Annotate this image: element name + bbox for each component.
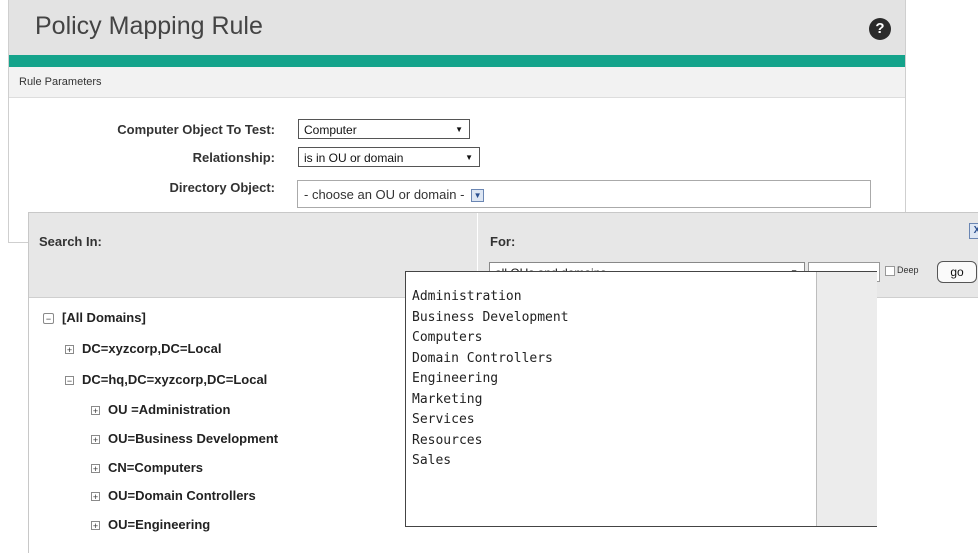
help-icon[interactable]: ? <box>869 18 891 40</box>
plus-icon[interactable]: + <box>91 492 100 502</box>
go-button[interactable]: go <box>937 261 977 283</box>
for-label: For: <box>490 234 516 249</box>
tree-node-label: OU =Administration <box>108 402 231 417</box>
deep-checkbox[interactable] <box>885 266 895 276</box>
list-item[interactable]: Sales <box>412 451 812 472</box>
tree-node-domain-controllers[interactable]: + OU=Domain Controllers <box>91 488 256 503</box>
relationship-value: is in OU or domain <box>304 151 404 165</box>
minus-icon[interactable]: − <box>65 376 74 386</box>
results-list[interactable]: Administration Business Development Comp… <box>405 271 877 527</box>
plus-icon[interactable]: + <box>65 345 74 355</box>
list-item[interactable]: Computers <box>412 328 812 349</box>
list-item[interactable]: Engineering <box>412 369 812 390</box>
search-popup: Search In: For: X all OUs and domains ▼ … <box>28 212 978 553</box>
directory-object-input[interactable]: - choose an OU or domain - ▼ <box>297 180 871 208</box>
tree-node-all-domains[interactable]: − [All Domains] <box>43 310 146 325</box>
tree-node-engineering[interactable]: + OU=Engineering <box>91 517 210 532</box>
directory-tree: − [All Domains] + DC=xyzcorp,DC=Local − DC=… <box>29 297 429 553</box>
list-item[interactable]: Marketing <box>412 390 812 411</box>
relationship-label: Relationship: <box>192 150 275 165</box>
list-item[interactable]: Domain Controllers <box>412 349 812 370</box>
tree-node-administration[interactable]: + OU =Administration <box>91 402 230 417</box>
computer-object-value: Computer <box>304 123 357 137</box>
tree-node-hq[interactable]: − DC=hq,DC=xyzcorp,DC=Local <box>65 372 267 387</box>
section-title: Rule Parameters <box>19 76 102 88</box>
tree-node-label: DC=xyzcorp,DC=Local <box>82 341 222 356</box>
list-item[interactable]: Services <box>412 410 812 431</box>
relationship-select[interactable]: is in OU or domain ▼ <box>298 147 480 167</box>
page-title: Policy Mapping Rule <box>35 12 263 40</box>
list-item[interactable]: Business Development <box>412 308 812 329</box>
computer-object-select[interactable]: Computer ▼ <box>298 119 470 139</box>
directory-object-placeholder: - choose an OU or domain - ▼ <box>304 187 485 203</box>
plus-icon[interactable]: + <box>91 406 100 416</box>
plus-icon[interactable]: + <box>91 464 100 474</box>
tree-node-xyzcorp[interactable]: + DC=xyzcorp,DC=Local <box>65 341 221 356</box>
section-header: Rule Parameters <box>9 67 905 98</box>
results-items: Administration Business Development Comp… <box>412 287 812 472</box>
list-item[interactable]: Resources <box>412 431 812 452</box>
computer-object-label: Computer Object To Test: <box>117 122 275 137</box>
list-item[interactable]: Administration <box>412 287 812 308</box>
chevron-down-icon: ▼ <box>455 125 463 134</box>
chevron-down-icon: ▼ <box>465 153 473 162</box>
plus-icon[interactable]: + <box>91 435 100 445</box>
tree-node-business-development[interactable]: + OU=Business Development <box>91 431 278 446</box>
tree-node-label: OU=Engineering <box>108 517 211 532</box>
title-bar: Policy Mapping Rule ? <box>9 0 905 55</box>
accent-bar <box>9 55 905 67</box>
search-in-label: Search In: <box>39 234 102 249</box>
tree-node-computers[interactable]: + CN=Computers <box>91 460 203 475</box>
directory-object-placeholder-text: - choose an OU or domain - <box>304 187 465 202</box>
minus-icon[interactable]: − <box>43 313 54 325</box>
close-icon[interactable]: X <box>969 223 978 239</box>
plus-icon[interactable]: + <box>91 521 100 531</box>
directory-object-label: Directory Object: <box>169 180 275 195</box>
chevron-down-icon[interactable]: ▼ <box>471 189 485 203</box>
tree-node-label: CN=Computers <box>108 460 203 475</box>
tree-node-label: [All Domains] <box>62 310 146 325</box>
tree-node-label: DC=hq,DC=xyzcorp,DC=Local <box>82 372 268 387</box>
tree-node-label: OU=Business Development <box>108 431 279 446</box>
tree-node-label: OU=Domain Controllers <box>108 488 256 503</box>
results-scroll-panel[interactable] <box>816 272 877 526</box>
deep-label: Deep <box>897 265 919 275</box>
